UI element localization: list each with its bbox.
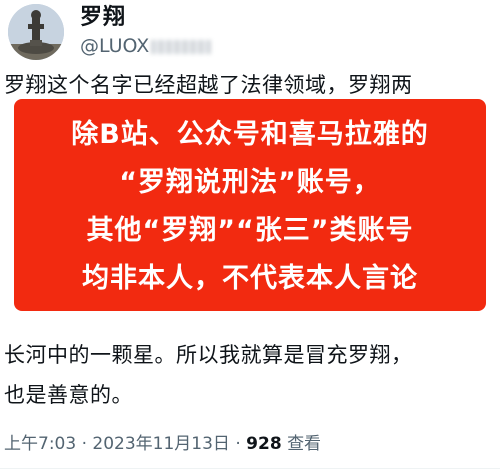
tweet-text-line-1: 罗翔这个名字已经超越了法律领域，罗翔两 <box>4 73 413 97</box>
tweet-text-line-bottom-1: 长河中的一颗星。所以我就算是冒充罗翔， <box>4 343 413 367</box>
notice-banner: 除B站、公众号和喜马拉雅的 “罗翔说刑法”账号， 其他“罗翔”“张三”类账号 均… <box>14 99 486 311</box>
meta-separator: · <box>235 434 247 454</box>
tweet: 罗翔 @LUOX 罗翔这个名字已经超越了法律领域，罗翔两 除B站、公众号和喜马拉… <box>0 0 500 470</box>
tweet-text-line-bottom-2: 也是善意的。 <box>4 383 133 407</box>
notice-line-4: 均非本人，不代表本人言论 <box>82 263 418 294</box>
notice-line-3: 其他“罗翔”“张三”类账号 <box>86 215 414 246</box>
tweet-date[interactable]: 2023年11月13日 <box>92 434 230 454</box>
author-name[interactable]: 罗翔 <box>80 4 126 32</box>
statue-avatar-image <box>8 4 64 60</box>
views-count: 928 <box>246 434 282 454</box>
tweet-time[interactable]: 上午7:03 <box>4 434 76 454</box>
views-label: 查看 <box>287 434 322 454</box>
author-handle-text: @LUOX <box>80 35 150 57</box>
meta-separator: · <box>81 434 93 454</box>
tweet-meta: 上午7:03 · 2023年11月13日 · 928 查看 <box>4 432 321 456</box>
handle-blur-mask <box>151 39 212 54</box>
notice-line-2: “罗翔说刑法”账号， <box>119 167 381 198</box>
divider <box>0 468 500 469</box>
avatar[interactable] <box>8 4 64 60</box>
author-handle[interactable]: @LUOX <box>80 34 212 58</box>
notice-line-1: 除B站、公众号和喜马拉雅的 <box>71 119 429 150</box>
